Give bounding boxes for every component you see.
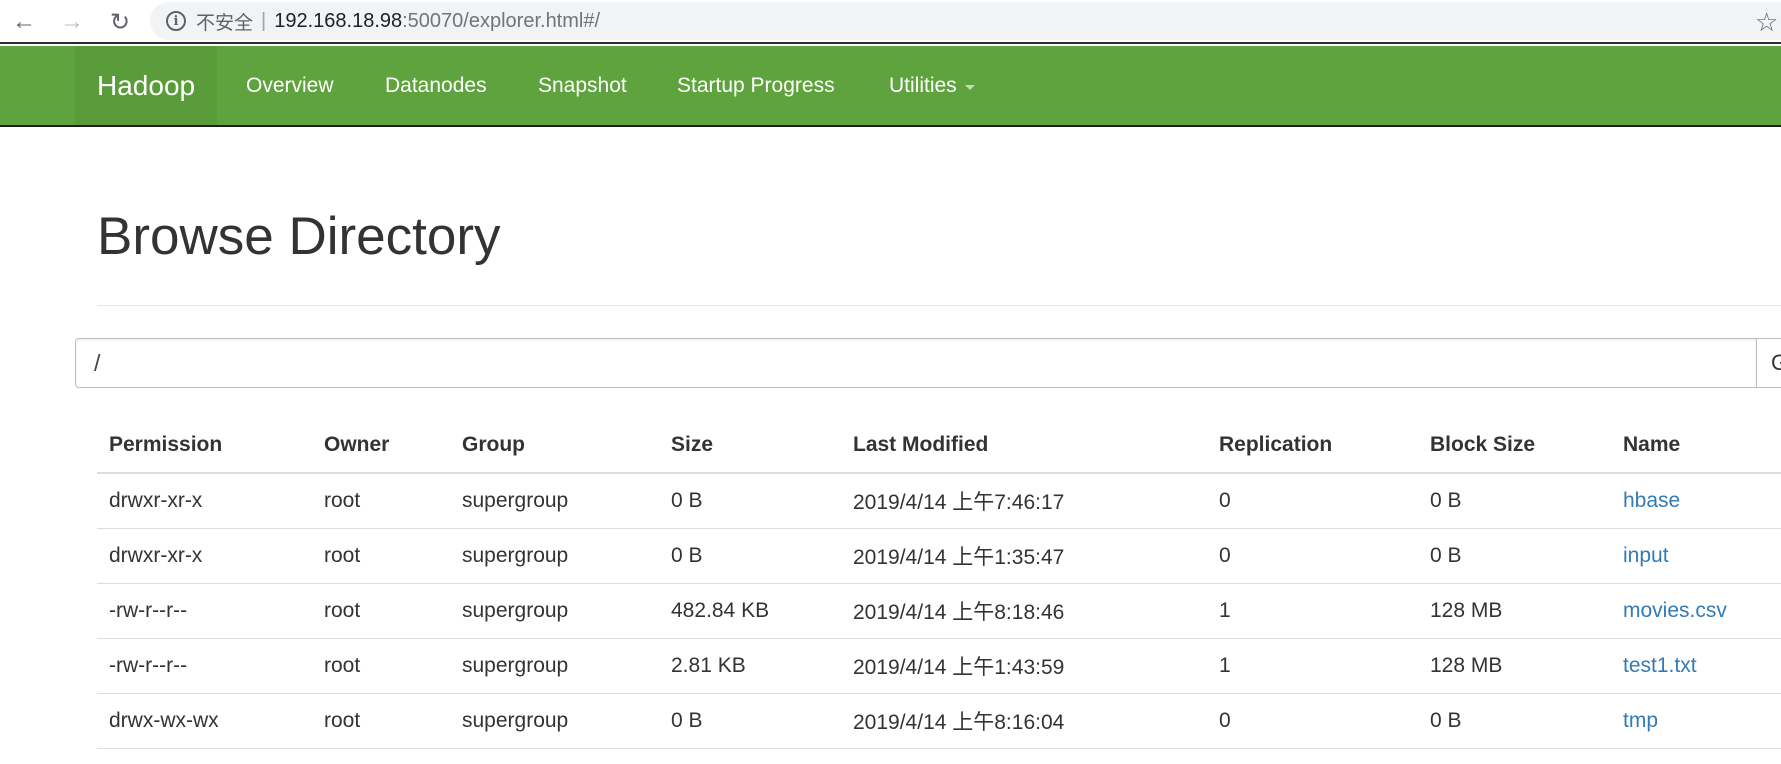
- table-row: drwxr-xr-x root supergroup 0 B 2019/4/14…: [97, 473, 1781, 529]
- nav-snapshot[interactable]: Snapshot: [538, 46, 627, 125]
- page-title: Browse Directory: [97, 207, 501, 266]
- cell-last-modified: 2019/4/14 上午1:35:47: [841, 528, 1207, 584]
- cell-size: 2.81 KB: [659, 638, 841, 694]
- header-permission[interactable]: Permission: [97, 418, 312, 474]
- reload-icon[interactable]: ↻: [104, 6, 136, 38]
- nav-startup-progress[interactable]: Startup Progress: [677, 46, 835, 125]
- cell-block-size: 0 B: [1418, 528, 1611, 584]
- cell-last-modified: 2019/4/14 上午1:43:59: [841, 638, 1207, 694]
- file-name-link[interactable]: hbase: [1611, 473, 1781, 529]
- header-name[interactable]: Name: [1611, 418, 1781, 474]
- bookmark-star-icon[interactable]: ☆: [1755, 7, 1778, 38]
- cell-replication: 1: [1207, 638, 1418, 694]
- table-row: -rw-r--r-- root supergroup 2.81 KB 2019/…: [97, 638, 1781, 694]
- url-path: :50070/explorer.html#/: [402, 9, 601, 32]
- url-host: 192.168.18.98: [274, 9, 403, 32]
- directory-path-input[interactable]: [75, 338, 1757, 388]
- cell-permission: drwxr-xr-x: [97, 528, 312, 584]
- cell-owner: root: [312, 528, 450, 584]
- table-header-row: Permission Owner Group Size Last Modifie…: [97, 418, 1781, 474]
- cell-block-size: 0 B: [1418, 473, 1611, 529]
- page-header: Browse Directory: [97, 210, 1781, 306]
- cell-block-size: 128 MB: [1418, 638, 1611, 694]
- cell-group: supergroup: [450, 583, 659, 639]
- cell-owner: root: [312, 693, 450, 749]
- cell-owner: root: [312, 638, 450, 694]
- file-name-link[interactable]: tmp: [1611, 693, 1781, 749]
- go-button[interactable]: G: [1756, 338, 1781, 388]
- back-arrow-icon[interactable]: ←: [8, 6, 40, 38]
- file-name-link[interactable]: input: [1611, 528, 1781, 584]
- cell-permission: -rw-r--r--: [97, 638, 312, 694]
- cell-owner: root: [312, 583, 450, 639]
- table-row: -rw-r--r-- root supergroup 482.84 KB 201…: [97, 583, 1781, 639]
- nav-datanodes[interactable]: Datanodes: [385, 46, 487, 125]
- address-bar[interactable]: i 不安全 | 192.168.18.98:50070/explorer.htm…: [150, 2, 1781, 40]
- caret-down-icon: [964, 84, 975, 90]
- cell-replication: 0: [1207, 693, 1418, 749]
- top-navbar: Hadoop Overview Datanodes Snapshot Start…: [0, 46, 1781, 127]
- file-name-link[interactable]: movies.csv: [1611, 583, 1781, 639]
- nav-utilities-label: Utilities: [889, 73, 957, 97]
- cell-group: supergroup: [450, 473, 659, 529]
- cell-replication: 0: [1207, 528, 1418, 584]
- cell-group: supergroup: [450, 693, 659, 749]
- header-group[interactable]: Group: [450, 418, 659, 474]
- brand-link[interactable]: Hadoop: [75, 46, 218, 125]
- cell-group: supergroup: [450, 528, 659, 584]
- cell-permission: drwxr-xr-x: [97, 473, 312, 529]
- cell-last-modified: 2019/4/14 上午8:18:46: [841, 583, 1207, 639]
- cell-replication: 0: [1207, 473, 1418, 529]
- file-name-link[interactable]: test1.txt: [1611, 638, 1781, 694]
- header-owner[interactable]: Owner: [312, 418, 450, 474]
- path-input-group: G: [75, 338, 1781, 388]
- cell-size: 0 B: [659, 693, 841, 749]
- header-size[interactable]: Size: [659, 418, 841, 474]
- info-icon[interactable]: i: [166, 11, 186, 31]
- header-last-modified[interactable]: Last Modified: [841, 418, 1207, 474]
- header-replication[interactable]: Replication: [1207, 418, 1418, 474]
- cell-size: 0 B: [659, 473, 841, 529]
- cell-last-modified: 2019/4/14 上午7:46:17: [841, 473, 1207, 529]
- browser-toolbar: ← → ↻ i 不安全 | 192.168.18.98:50070/explor…: [0, 0, 1781, 44]
- insecure-label: 不安全: [196, 12, 254, 34]
- table-row: drwx-wx-wx root supergroup 0 B 2019/4/14…: [97, 693, 1781, 749]
- cell-block-size: 128 MB: [1418, 583, 1611, 639]
- cell-size: 482.84 KB: [659, 583, 841, 639]
- cell-last-modified: 2019/4/14 上午8:16:04: [841, 693, 1207, 749]
- cell-permission: drwx-wx-wx: [97, 693, 312, 749]
- header-block-size[interactable]: Block Size: [1418, 418, 1611, 474]
- forward-arrow-icon[interactable]: →: [56, 6, 88, 38]
- cell-size: 0 B: [659, 528, 841, 584]
- directory-table: Permission Owner Group Size Last Modifie…: [97, 418, 1781, 749]
- cell-block-size: 0 B: [1418, 693, 1611, 749]
- cell-owner: root: [312, 473, 450, 529]
- nav-utilities-dropdown[interactable]: Utilities: [889, 46, 975, 125]
- address-separator: |: [261, 9, 267, 32]
- table-row: drwxr-xr-x root supergroup 0 B 2019/4/14…: [97, 528, 1781, 584]
- nav-overview[interactable]: Overview: [246, 46, 334, 125]
- cell-permission: -rw-r--r--: [97, 583, 312, 639]
- cell-group: supergroup: [450, 638, 659, 694]
- cell-replication: 1: [1207, 583, 1418, 639]
